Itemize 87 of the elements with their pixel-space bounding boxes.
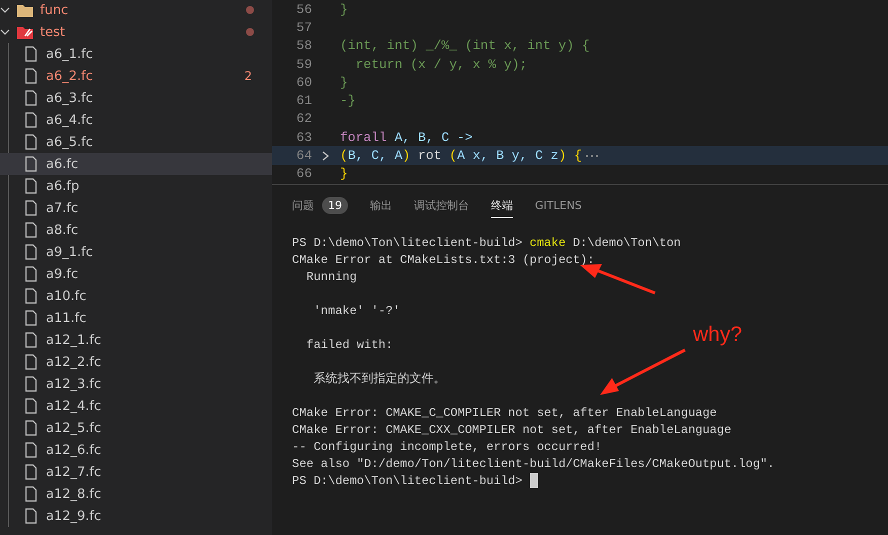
file-item[interactable]: a10.fc: [0, 285, 272, 307]
file-icon: [24, 112, 38, 128]
line-number: 57: [295, 20, 312, 35]
file-item[interactable]: a12_6.fc: [0, 439, 272, 461]
terminal-line: PS D:\demo\Ton\liteclient-build> cmake D:\demo\Ton\ton: [292, 236, 681, 250]
file-item[interactable]: a6_4.fc: [0, 109, 272, 131]
file-icon: [24, 288, 38, 304]
line-number: 60: [295, 74, 312, 90]
terminal-line: 'nmake' '-?': [312, 304, 400, 318]
file-icon: [24, 464, 38, 480]
code-line: return (x / y, x % y);: [354, 56, 528, 72]
file-item[interactable]: a12_8.fc: [0, 483, 272, 505]
file-icon: [24, 46, 38, 62]
terminal-line: CMake Error: CMAKE_CXX_COMPILER not set, after EnableLanguage: [292, 422, 732, 436]
file-icon: [24, 90, 38, 106]
file-icon: [24, 332, 38, 348]
terminal-line: CMake Error at CMakeLists.txt:3 (project):: [292, 252, 594, 266]
file-item[interactable]: a11.fc: [0, 307, 272, 329]
file-icon: [24, 178, 38, 194]
file-item[interactable]: a6_1.fc: [0, 43, 272, 65]
code-line: (int, int) _/%_ (int x, int y) {: [340, 38, 590, 54]
file-icon: [24, 508, 38, 524]
code-line: (B, C, A) rot (A x, B y, C z) {: [340, 148, 582, 164]
file-item[interactable]: a12_1.fc: [0, 329, 272, 351]
code-line: }: [340, 2, 348, 17]
terminal-line: CMake Error: CMAKE_C_COMPILER not set, after EnableLanguage: [292, 406, 717, 420]
panel-tab[interactable]: GITLENS: [535, 199, 582, 217]
terminal-line: -- Configuring incomplete, errors occurred!: [292, 440, 602, 454]
line-number: 63: [295, 130, 312, 145]
file-icon: [24, 156, 38, 172]
file-item[interactable]: a8.fc: [0, 219, 272, 241]
file-item[interactable]: a12_2.fc: [0, 351, 272, 373]
line-number: 66: [295, 166, 312, 182]
test-folder-icon: [16, 24, 34, 40]
code-line: forall A, B, C ->: [340, 130, 473, 145]
folder-item[interactable]: test: [0, 21, 272, 43]
folder-icon: [16, 2, 34, 18]
file-item[interactable]: a6.fp: [0, 175, 272, 197]
terminal-line: 系统找不到指定的文件。: [312, 371, 446, 387]
file-icon: [24, 222, 38, 238]
file-icon: [24, 266, 38, 282]
line-number: 56: [295, 2, 312, 17]
file-icon: [24, 398, 38, 414]
file-item[interactable]: a12_9.fc: [0, 505, 272, 527]
file-item[interactable]: a12_4.fc: [0, 395, 272, 417]
terminal-line: See also "D:/demo/Ton/liteclient-build/CMakeFiles/CMakeOutput.log".: [292, 456, 774, 470]
folded-ellipsis-icon[interactable]: [584, 152, 599, 159]
problem-count: 2: [244, 69, 252, 83]
line-number: 64: [295, 148, 312, 164]
file-icon: [24, 134, 38, 150]
panel-tab[interactable]: 调试控制台: [414, 198, 469, 218]
file-item[interactable]: a6_5.fc: [0, 131, 272, 153]
problem-count-badge: 19: [322, 197, 348, 214]
file-item[interactable]: a6_2.fc 2: [0, 65, 272, 87]
file-item[interactable]: a9_1.fc: [0, 241, 272, 263]
file-item[interactable]: a6_3.fc: [0, 87, 272, 109]
file-icon: [24, 200, 38, 216]
terminal-line: Running: [305, 270, 357, 284]
file-item[interactable]: a6.fc: [0, 153, 272, 175]
file-item[interactable]: a12_5.fc: [0, 417, 272, 439]
file-item[interactable]: a7.fc: [0, 197, 272, 219]
code-line: }: [340, 166, 348, 182]
panel-tab[interactable]: 输出: [370, 198, 392, 218]
line-number: 58: [295, 38, 312, 54]
file-icon: [24, 310, 38, 326]
file-icon: [24, 354, 38, 370]
fold-chevron-icon[interactable]: [322, 150, 330, 161]
line-number: 59: [295, 56, 312, 72]
line-number: 61: [295, 93, 312, 108]
line-number: 62: [295, 111, 312, 126]
file-icon: [24, 376, 38, 392]
panel-tab[interactable]: 终端: [491, 198, 513, 218]
file-item[interactable]: a12_7.fc: [0, 461, 272, 483]
terminal-line: failed with:: [305, 338, 393, 352]
file-item[interactable]: a12_3.fc: [0, 373, 272, 395]
annotation-text: why?: [693, 323, 742, 347]
code-line: -}: [340, 93, 356, 108]
terminal-line: PS D:\demo\Ton\liteclient-build>: [292, 474, 524, 488]
file-icon: [24, 486, 38, 502]
code-line: }: [340, 74, 348, 90]
file-icon: [24, 442, 38, 458]
folder-item[interactable]: func: [0, 0, 272, 21]
file-icon: [24, 420, 38, 436]
file-item[interactable]: a9.fc: [0, 263, 272, 285]
panel-tab[interactable]: 问题 19: [292, 197, 348, 219]
file-icon: [24, 68, 38, 84]
file-icon: [24, 244, 38, 260]
